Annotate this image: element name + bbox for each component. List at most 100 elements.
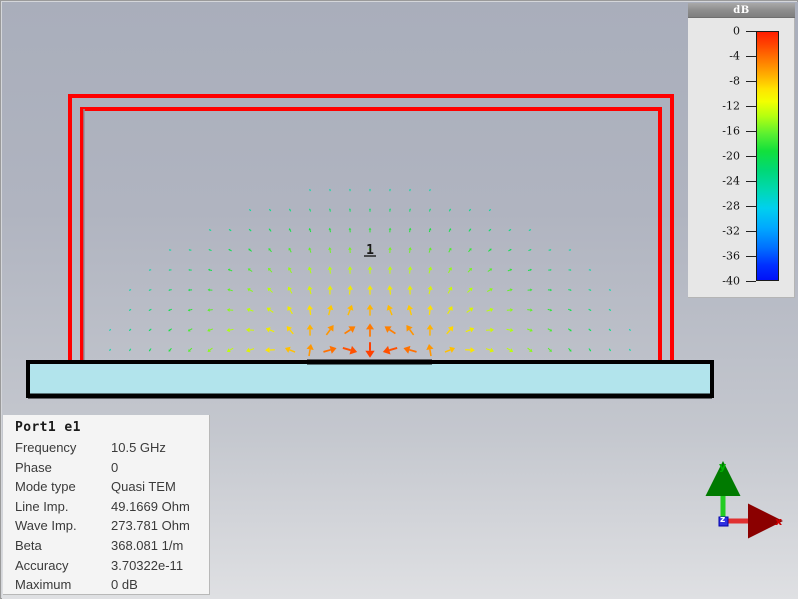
field-arrow — [148, 308, 152, 311]
port-info-row: Phase 0 — [3, 458, 209, 478]
field-arrow — [448, 247, 452, 253]
field-arrow — [428, 208, 431, 212]
field-arrow — [128, 289, 132, 291]
field-arrow — [129, 348, 132, 352]
field-arrow — [129, 328, 132, 332]
field-arrow — [342, 345, 358, 355]
colorbar-tick — [746, 131, 756, 132]
field-arrow — [388, 247, 392, 254]
field-arrow — [148, 269, 152, 272]
field-arrow — [348, 227, 352, 233]
colorbar-tick-label: -20 — [722, 149, 740, 163]
field-arrow — [486, 307, 494, 312]
field-arrow — [468, 248, 472, 253]
axis-orientation-triad: y x z — [701, 459, 791, 544]
field-arrow — [208, 268, 213, 272]
field-arrow — [367, 266, 373, 274]
field-arrow — [188, 248, 192, 251]
field-arrow — [348, 208, 352, 212]
field-arrow — [448, 208, 451, 212]
field-arrow — [568, 248, 572, 251]
field-arrow — [409, 208, 412, 212]
field-arrow — [307, 285, 313, 295]
field-arrow — [427, 305, 434, 315]
field-arrow — [249, 209, 252, 212]
field-arrow — [369, 188, 371, 192]
field-arrow — [547, 328, 553, 332]
field-arrow — [208, 229, 212, 231]
field-arrow — [287, 286, 293, 294]
field-arrow — [328, 188, 331, 192]
field-arrow — [168, 248, 172, 251]
field-arrow — [266, 307, 274, 313]
field-arrow — [485, 327, 495, 333]
field-arrow — [226, 347, 234, 353]
field-arrow — [547, 347, 552, 352]
field-arrow — [207, 308, 213, 312]
field-arrow — [328, 208, 331, 212]
field-arrow — [588, 328, 592, 332]
field-arrow — [148, 289, 152, 291]
colorbar-tick-label: -16 — [722, 124, 740, 138]
field-arrow — [446, 326, 454, 335]
field-arrow — [366, 304, 374, 316]
field-arrow — [187, 288, 193, 292]
field-arrow — [286, 326, 294, 335]
field-arrow — [547, 308, 553, 312]
colorbar-tick-label: -28 — [722, 199, 740, 213]
field-arrow — [347, 266, 353, 274]
field-arrow — [323, 345, 337, 354]
colorbar-tick-label: -8 — [729, 74, 740, 88]
field-arrow — [448, 267, 452, 274]
field-arrow — [448, 228, 452, 233]
field-arrow — [388, 208, 392, 212]
colorbar-legend-panel[interactable]: dB 0 -4 -8 -12 -16 -20 -24 -28 -32 -36 -40 — [688, 3, 795, 298]
port-info-title: Port1 e1 — [15, 420, 81, 435]
field-arrow — [488, 248, 492, 252]
field-arrow — [268, 267, 273, 273]
colorbar-tick — [746, 56, 756, 57]
field-arrow — [409, 188, 412, 192]
field-arrow — [109, 348, 111, 351]
port-info-row: Maximum 0 dB — [3, 575, 209, 595]
field-arrow — [527, 288, 533, 292]
field-arrow — [365, 342, 375, 358]
field-arrow — [328, 247, 332, 253]
field-arrow — [527, 328, 533, 332]
field-arrow — [403, 345, 417, 354]
field-arrow — [309, 208, 312, 212]
port-info-row: Frequency 10.5 GHz — [3, 438, 209, 458]
field-arrow — [288, 228, 292, 233]
field-arrow — [308, 227, 312, 233]
field-arrow — [247, 288, 254, 292]
port-info-row: Beta 368.081 1/m — [3, 536, 209, 556]
port-info-key: Mode type — [15, 479, 76, 495]
field-arrow — [368, 227, 372, 233]
field-arrow — [488, 228, 492, 232]
field-arrow — [508, 229, 512, 232]
field-arrow — [447, 306, 453, 315]
port-info-key: Frequency — [15, 440, 77, 455]
field-arrow — [426, 324, 434, 336]
field-arrow — [507, 288, 513, 292]
field-arrow — [588, 269, 592, 272]
field-arrow — [246, 307, 254, 312]
colorbar-title: dB — [688, 3, 795, 18]
field-arrow — [406, 325, 415, 336]
colorbar-tick — [746, 256, 756, 257]
port-info-value: 368.081 1/m — [111, 537, 184, 553]
port-info-key: Phase — [15, 459, 52, 475]
field-arrow — [227, 268, 233, 272]
field-arrow — [548, 268, 552, 272]
field-arrow — [608, 328, 611, 332]
field-arrow — [306, 324, 314, 336]
field-arrow — [528, 229, 532, 231]
field-arrow — [287, 306, 293, 315]
field-arrow — [527, 268, 532, 272]
field-arrow — [568, 308, 572, 312]
port-info-panel[interactable]: Port1 e1 Frequency 10.5 GHz Phase 0 Mode typ… — [3, 415, 210, 595]
colorbar-tick-label: -24 — [722, 174, 740, 188]
field-arrow — [109, 328, 112, 331]
field-arrow — [485, 347, 495, 353]
field-arrow — [347, 285, 353, 295]
